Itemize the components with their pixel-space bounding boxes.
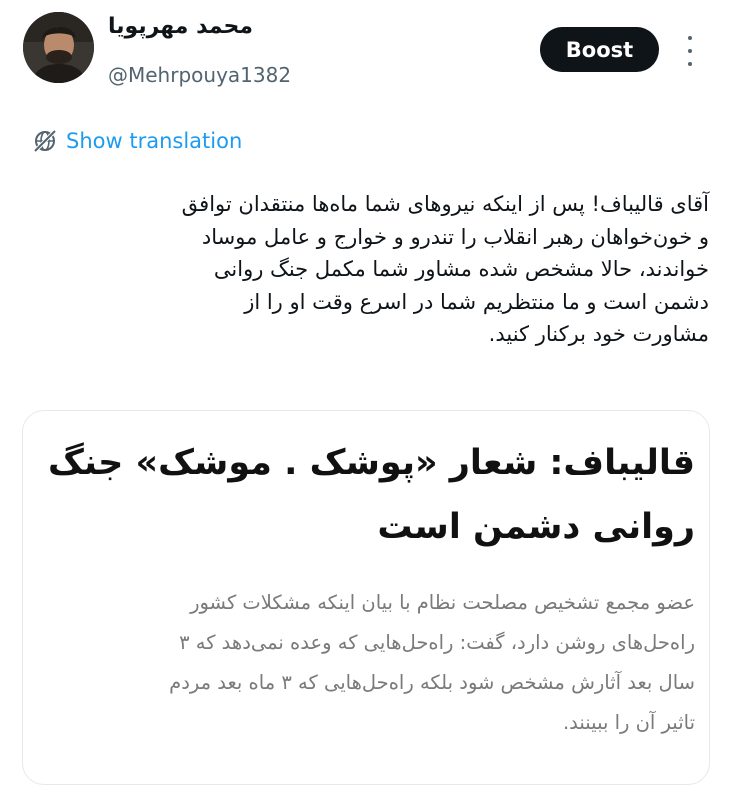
author-handle[interactable]: @Mehrpouya1382 xyxy=(108,63,291,87)
avatar[interactable] xyxy=(23,12,94,83)
more-options-icon[interactable] xyxy=(680,36,700,66)
more-dot xyxy=(688,36,692,40)
profile-photo xyxy=(23,12,94,83)
card-headline: قالیباف: شعار «پوشک . موشک» جنگ روانی دش… xyxy=(47,443,695,547)
author-display-name[interactable]: محمد مهرپویا xyxy=(108,14,253,39)
show-translation-label: Show translation xyxy=(66,129,243,153)
more-dot xyxy=(688,49,692,53)
more-dot xyxy=(688,62,692,66)
tweet-text: آقای قالیباف! پس از اینکه نیروهای شما ما… xyxy=(181,192,709,346)
card-body: عضو مجمع تشخیص مصلحت نظام با بیان اینکه … xyxy=(169,591,695,734)
boost-button[interactable]: Boost xyxy=(540,27,659,72)
link-preview-card[interactable]: قالیباف: شعار «پوشک . موشک» جنگ روانی دش… xyxy=(22,410,710,785)
show-translation-link[interactable]: Show translation xyxy=(32,128,242,154)
globe-slash-icon xyxy=(33,129,57,153)
